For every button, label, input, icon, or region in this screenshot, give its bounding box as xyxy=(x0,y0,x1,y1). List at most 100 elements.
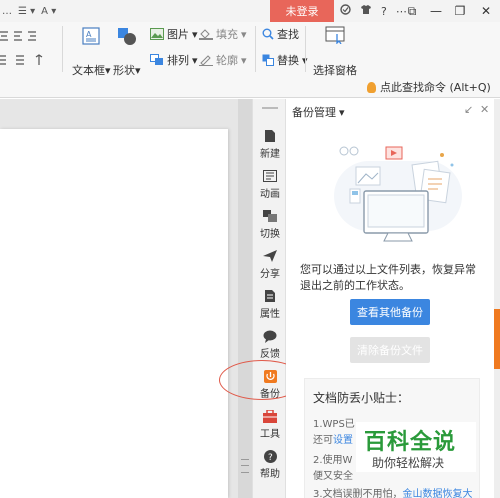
shape-label: 形状 xyxy=(113,64,135,77)
dock-icon[interactable]: ↙ xyxy=(464,103,473,116)
replace-button[interactable]: 替换 ▾ xyxy=(262,52,308,68)
list-style-dropdown[interactable]: ☰ ▾ xyxy=(18,6,35,17)
slide-page[interactable] xyxy=(0,129,228,498)
picture-dropdown-arrow[interactable]: ▾ xyxy=(192,28,198,41)
rail-item-share[interactable]: 分享 xyxy=(253,249,287,285)
panel-scrollbar[interactable] xyxy=(494,99,500,498)
toolbox-icon xyxy=(263,409,277,423)
animation-icon xyxy=(263,169,277,183)
rail-item-properties[interactable]: 属性 xyxy=(253,289,287,325)
rail-item-label: 工具 xyxy=(260,429,280,440)
panel-title-label: 备份管理 xyxy=(292,106,336,119)
rail-item-label: 帮助 xyxy=(260,469,280,480)
tip-line-5: 3.文档误删不用怕，金山数据恢复大 xyxy=(313,485,473,498)
find-button[interactable]: 查找 xyxy=(262,26,299,42)
rail-item-tools[interactable]: 工具 xyxy=(253,409,287,445)
close-icon[interactable]: ✕ xyxy=(480,103,489,116)
textbox-label: 文本框 xyxy=(72,64,105,77)
selection-pane-label: 选择窗格 xyxy=(313,64,357,77)
rail-item-label: 反馈 xyxy=(260,349,280,360)
text-direction-dropdown[interactable]: A ▾ xyxy=(41,6,56,17)
backup-management-panel: 备份管理 ▾ ↙ ✕ 您可以通过以上文件列表，恢复异常退出之前的工作状态。 查看… xyxy=(286,99,494,498)
login-button[interactable]: 未登录 xyxy=(270,0,334,22)
textbox-button[interactable]: A 文本框▾ xyxy=(72,26,111,78)
settings-link[interactable]: 设置 xyxy=(333,435,353,446)
picture-label: 图片 xyxy=(167,28,189,41)
scrollbar-grip[interactable] xyxy=(241,459,249,473)
tip-line-5-text: 3.文档误删不用怕， xyxy=(313,489,403,498)
tip-line-2: 还可设置 xyxy=(313,431,353,446)
lightbulb-icon xyxy=(367,81,376,93)
paragraph-buttons[interactable] xyxy=(0,54,52,66)
replace-icon xyxy=(262,54,274,66)
arrange-button[interactable]: 排列 ▾ xyxy=(150,52,198,68)
feedback-icon xyxy=(263,329,277,343)
shape-button[interactable]: 形状▾ xyxy=(113,26,141,78)
sync-icon[interactable] xyxy=(340,4,351,18)
svg-text:A: A xyxy=(86,30,92,39)
arrange-dropdown-arrow[interactable]: ▾ xyxy=(192,54,198,67)
rail-item-label: 切换 xyxy=(260,229,280,240)
find-label: 查找 xyxy=(277,28,299,41)
arrange-label: 排列 xyxy=(167,54,189,67)
textbox-icon: A xyxy=(82,27,100,45)
picture-icon xyxy=(150,28,164,40)
backup-description: 您可以通过以上文件列表，恢复异常退出之前的工作状态。 xyxy=(300,263,476,292)
rail-item-label: 属性 xyxy=(260,309,280,320)
data-recovery-link[interactable]: 金山数据恢复大 xyxy=(403,489,473,498)
outline-dropdown-arrow[interactable]: ▾ xyxy=(241,54,247,67)
title-bar: … ☰ ▾ A ▾ 未登录 ? ⋯ ⧉ — ❐ ✕ xyxy=(0,0,500,22)
tip-line-3: 2.使用W xyxy=(313,455,353,466)
watermark-title: 百科全说 xyxy=(364,430,457,455)
title-bar-left-controls: … ☰ ▾ A ▾ xyxy=(0,0,56,22)
properties-icon xyxy=(263,289,277,303)
document-scrollbar[interactable] xyxy=(238,99,252,498)
close-button[interactable]: ✕ xyxy=(474,0,498,22)
watermark-subtitle: 助你轻松解决 xyxy=(372,456,445,470)
tips-title: 文档防丢小贴士： xyxy=(313,391,410,405)
document-canvas xyxy=(0,99,238,498)
maximize-button[interactable]: ❐ xyxy=(448,0,472,22)
ribbon-toolbar: A 文本框▾ 形状▾ 图片 ▾ 排列 ▾ 填充 ▾ 轮廓 ▾ 查找 替换 ▾ 选… xyxy=(0,22,500,98)
rail-item-new[interactable]: 新建 xyxy=(253,129,287,165)
rail-item-help[interactable]: ? 帮助 xyxy=(253,449,287,485)
tip-line-1: 1.WPS已 xyxy=(313,419,355,430)
fill-button[interactable]: 填充 ▾ xyxy=(199,26,247,42)
rail-drag-handle[interactable] xyxy=(262,107,278,109)
textbox-dropdown-arrow[interactable]: ▾ xyxy=(105,64,111,77)
rail-item-animation[interactable]: 动画 xyxy=(253,169,287,205)
panel-scrollbar-thumb[interactable] xyxy=(494,309,500,369)
rail-item-label: 分享 xyxy=(260,269,280,280)
chevron-down-icon: ▾ xyxy=(339,105,345,119)
transition-icon xyxy=(263,209,277,223)
command-search-hint[interactable]: 点此查找命令 (Alt+Q) xyxy=(367,78,491,96)
task-pane-rail: 新建 动画 切换 分享 属性 反馈 备份 工具 ? 帮助 xyxy=(252,99,286,498)
clear-backups-button[interactable]: 清除备份文件 xyxy=(350,337,430,363)
rail-item-transition[interactable]: 切换 xyxy=(253,209,287,245)
fill-dropdown-arrow[interactable]: ▾ xyxy=(241,28,247,41)
shape-icon xyxy=(117,28,136,45)
title-bar-icons: ? ⋯ xyxy=(336,0,407,22)
svg-text:?: ? xyxy=(268,453,273,463)
restore-panel-icon[interactable]: ⧉ xyxy=(400,0,424,22)
selection-pane-button[interactable]: 选择窗格 xyxy=(313,26,357,78)
view-other-backups-button[interactable]: 查看其他备份 xyxy=(350,299,430,325)
alignment-buttons[interactable] xyxy=(0,30,40,42)
align-center-icon xyxy=(0,31,36,41)
panel-title[interactable]: 备份管理 ▾ xyxy=(292,104,345,120)
shape-dropdown-arrow[interactable]: ▾ xyxy=(135,64,141,77)
tip-line-2-text: 还可 xyxy=(313,435,333,446)
help-question-icon[interactable]: ? xyxy=(381,5,387,18)
rail-item-label: 动画 xyxy=(260,189,280,200)
outline-button[interactable]: 轮廓 ▾ xyxy=(199,52,247,68)
skin-icon[interactable] xyxy=(360,4,372,18)
selection-pane-icon xyxy=(325,26,345,44)
backup-illustration xyxy=(334,146,462,242)
left-fragment-1[interactable]: … xyxy=(2,6,12,17)
paragraph-spacing-icon xyxy=(0,54,43,65)
picture-button[interactable]: 图片 ▾ xyxy=(150,26,198,42)
minimize-button[interactable]: — xyxy=(424,0,448,22)
help-icon: ? xyxy=(263,449,277,463)
outline-label: 轮廓 xyxy=(216,54,238,67)
outline-pen-icon xyxy=(199,55,213,66)
